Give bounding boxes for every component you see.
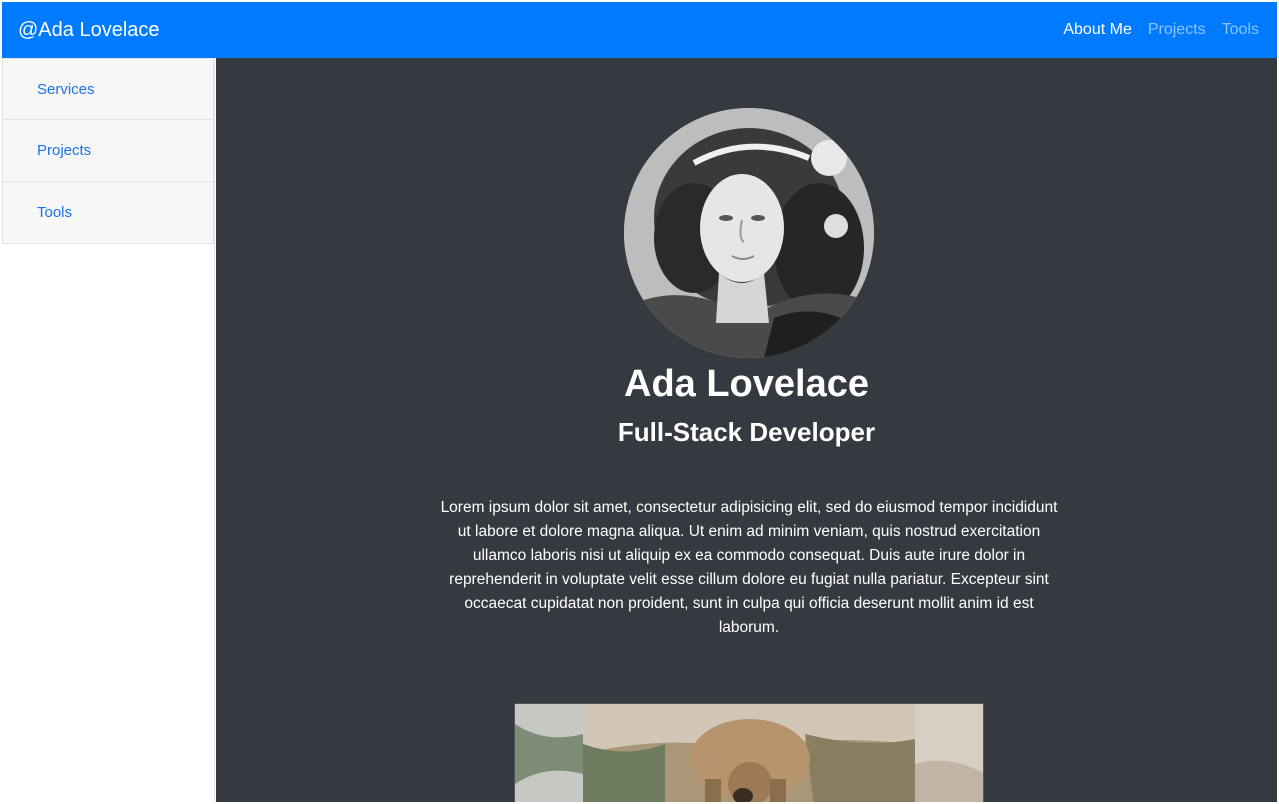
top-navbar: @Ada Lovelace About Me Projects Tools: [2, 2, 1277, 58]
nav-link-projects[interactable]: Projects: [1148, 21, 1206, 39]
sidebar-item-tools[interactable]: Tools: [2, 182, 214, 244]
profile-bio: Lorem ipsum dolor sit amet, consectetur …: [440, 499, 1058, 636]
portrait-image: [624, 108, 874, 358]
sidebar: Services Projects Tools: [2, 58, 215, 802]
nav-link-about-me[interactable]: About Me: [1063, 21, 1131, 39]
profile-name: Ada Lovelace: [624, 363, 869, 405]
bear-photo: [515, 704, 983, 802]
profile-role: Full-Stack Developer: [617, 417, 876, 447]
project-image-carousel[interactable]: [514, 703, 984, 802]
main-content: Ada Lovelace Full-Stack Developer Lorem …: [216, 58, 1277, 802]
sidebar-item-projects[interactable]: Projects: [2, 120, 214, 182]
nav-links: About Me Projects Tools: [1063, 21, 1259, 39]
app-window: @Ada Lovelace About Me Projects Tools Se…: [2, 2, 1277, 802]
profile-avatar: [624, 108, 874, 358]
nav-link-tools[interactable]: Tools: [1222, 21, 1259, 39]
brand-link[interactable]: @Ada Lovelace: [18, 19, 160, 42]
sidebar-item-services[interactable]: Services: [2, 58, 214, 120]
